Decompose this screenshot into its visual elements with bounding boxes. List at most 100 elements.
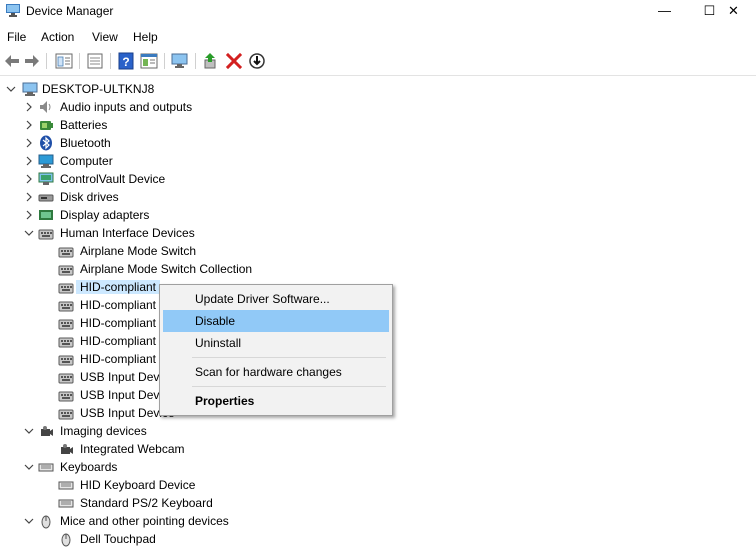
keyboard-icon: [58, 481, 74, 490]
tree-item-label: Computer: [60, 154, 113, 168]
menu-file[interactable]: File: [7, 30, 26, 44]
toolbar-separator: [79, 53, 80, 69]
tree-category[interactable]: Batteries: [24, 116, 264, 134]
show-hidden-icon[interactable]: [85, 52, 105, 70]
toolbar-divider: [0, 75, 756, 76]
tree-category[interactable]: Keyboards: [24, 458, 264, 476]
menu-help[interactable]: Help: [133, 30, 158, 44]
ctx-properties[interactable]: Properties: [163, 390, 389, 412]
hid-icon: [58, 337, 74, 348]
menu-view[interactable]: View: [92, 30, 118, 44]
tree-item-label: Dell Touchpad: [80, 532, 156, 546]
tree-device[interactable]: Integrated Webcam: [44, 440, 284, 458]
ctx-separator: [192, 357, 386, 358]
hid-icon: [58, 283, 74, 294]
tree-item-label: Display adapters: [60, 208, 150, 222]
back-icon[interactable]: [2, 52, 22, 70]
tree-item-label: Audio inputs and outputs: [60, 100, 193, 114]
ctx-update-driver[interactable]: Update Driver Software...: [163, 288, 389, 310]
scan-hardware-icon[interactable]: [170, 52, 190, 70]
tree-category[interactable]: Imaging devices: [24, 422, 264, 440]
chevron-down-icon[interactable]: [6, 83, 16, 95]
chevron-right-icon[interactable]: [24, 191, 34, 203]
hid-icon: [38, 229, 54, 240]
ctx-uninstall-label: Uninstall: [195, 336, 242, 350]
device-manager-icon: [6, 4, 20, 17]
ctx-disable[interactable]: Disable: [163, 310, 389, 332]
title-bar: Device Manager — ☐ ✕: [0, 0, 756, 24]
toolbar-separator: [46, 53, 47, 69]
tree-item-label: HID Keyboard Device: [80, 478, 196, 492]
tree-item-label: Standard PS/2 Keyboard: [80, 496, 213, 510]
tree-category[interactable]: Disk drives: [24, 188, 264, 206]
ctx-update-driver-label: Update Driver Software...: [195, 292, 330, 306]
keyboard-icon: [58, 499, 74, 508]
uninstall-icon[interactable]: [224, 52, 244, 70]
chevron-right-icon[interactable]: [24, 137, 34, 149]
close-button[interactable]: ✕: [711, 0, 756, 24]
svg-text:?: ?: [122, 55, 129, 69]
chevron-right-icon[interactable]: [24, 173, 34, 185]
tree-item-label: Batteries: [60, 118, 108, 132]
tree-item-label: HID-compliant: [80, 352, 157, 366]
chevron-down-icon[interactable]: [24, 425, 34, 437]
hid-icon: [58, 391, 74, 402]
tree-root-label: DESKTOP-ULTKNJ8: [42, 82, 155, 96]
tree-item-label: Bluetooth: [60, 136, 111, 150]
chevron-down-icon[interactable]: [24, 515, 34, 527]
chevron-right-icon[interactable]: [24, 101, 34, 113]
tree-item-label: HID-compliant: [80, 298, 157, 312]
ctx-uninstall[interactable]: Uninstall: [163, 332, 389, 354]
ctx-scan-hardware[interactable]: Scan for hardware changes: [163, 361, 389, 383]
tree-item-label: Human Interface Devices: [60, 226, 195, 240]
speaker-icon: [40, 101, 51, 113]
tree-item-label: HID-compliant: [80, 316, 157, 330]
help-icon[interactable]: ?: [116, 52, 136, 70]
hid-icon: [58, 319, 74, 330]
hid-icon: [58, 355, 74, 366]
tree-category[interactable]: Computer: [24, 152, 264, 170]
tree-category[interactable]: Display adapters: [24, 206, 264, 224]
chevron-right-icon[interactable]: [24, 155, 34, 167]
tree-item-label: Airplane Mode Switch: [80, 244, 197, 258]
tree-category[interactable]: Bluetooth: [24, 134, 264, 152]
tree-category[interactable]: Human Interface Devices: [24, 224, 264, 242]
hid-icon: [58, 409, 74, 420]
forward-icon[interactable]: [22, 52, 42, 70]
disable-icon[interactable]: [247, 52, 267, 70]
bluetooth-icon: [40, 135, 52, 151]
toolbar-separator: [110, 53, 111, 69]
view-icon[interactable]: [139, 52, 159, 70]
update-driver-icon[interactable]: [201, 52, 221, 70]
toolbar-separator: [164, 53, 165, 69]
tree-item-label: HID-compliant: [76, 280, 161, 294]
hid-icon: [58, 247, 74, 258]
tree-item-label: USB Input Devic: [80, 370, 169, 384]
tree-category[interactable]: ControlVault Device: [24, 170, 264, 188]
display-adapter-icon: [39, 210, 53, 220]
chevron-right-icon[interactable]: [24, 209, 34, 221]
minimize-button[interactable]: —: [642, 0, 687, 24]
chevron-down-icon[interactable]: [24, 227, 34, 239]
chevron-down-icon[interactable]: [24, 461, 34, 473]
tree-category[interactable]: Mice and other pointing devices: [24, 512, 264, 530]
menu-action[interactable]: Action: [41, 30, 74, 44]
tree-category[interactable]: Audio inputs and outputs: [24, 98, 264, 116]
computer-icon: [22, 82, 38, 96]
keyboard-icon: [38, 463, 54, 472]
ctx-scan-hardware-label: Scan for hardware changes: [195, 365, 342, 379]
chevron-right-icon[interactable]: [24, 119, 34, 131]
tree-item-label: Mice and other pointing devices: [60, 514, 229, 528]
disk-drive-icon: [38, 194, 54, 202]
computer-icon: [38, 154, 54, 168]
tree-root[interactable]: DESKTOP-ULTKNJ8: [6, 80, 206, 98]
tree-device[interactable]: Airplane Mode Switch: [44, 242, 284, 260]
tree-device[interactable]: Airplane Mode Switch Collection: [44, 260, 284, 278]
tree-device[interactable]: Standard PS/2 Keyboard: [44, 494, 284, 512]
tree-item-label: Disk drives: [60, 190, 119, 204]
tree-device[interactable]: Dell Touchpad: [44, 530, 284, 548]
properties-icon[interactable]: [54, 52, 74, 70]
hid-icon: [58, 301, 74, 312]
tree-item-label: Imaging devices: [60, 424, 147, 438]
tree-device[interactable]: HID Keyboard Device: [44, 476, 284, 494]
